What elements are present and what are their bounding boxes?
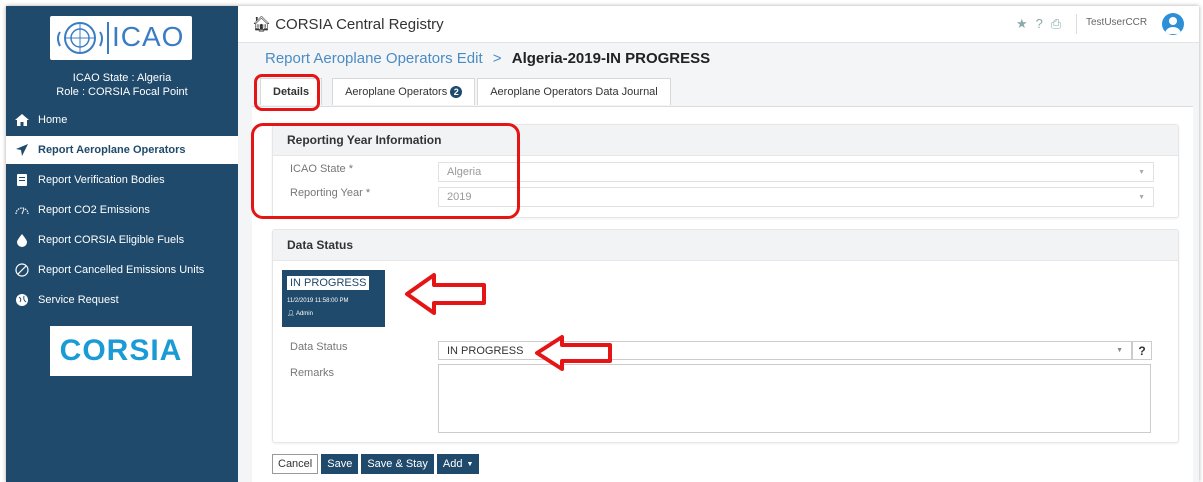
- chevron-down-icon: ▼: [1116, 347, 1123, 354]
- chevron-down-icon: ▼: [1138, 194, 1145, 201]
- globe-icon: [14, 292, 30, 308]
- corsia-logo-text: CORSIA: [59, 334, 183, 367]
- status-card: IN PROGRESS 11/2/2019 11:58:00 PM 👤︎ Adm…: [282, 270, 385, 327]
- breadcrumb: Report Aeroplane Operators Edit > Algeri…: [265, 50, 710, 67]
- document-icon: [14, 172, 30, 188]
- status-badge: IN PROGRESS: [287, 276, 370, 290]
- sidebar-item-report-co2-emissions[interactable]: Report CO2 Emissions: [6, 196, 238, 224]
- red-arrow-icon: [535, 335, 612, 371]
- action-buttons: Cancel Save Save & Stay Add ▼: [272, 454, 480, 474]
- count-badge: 2: [450, 86, 463, 98]
- sidebar-item-label: Report Aeroplane Operators: [38, 144, 186, 156]
- breadcrumb-current: Algeria-2019-IN PROGRESS: [511, 50, 711, 67]
- icao-logo: ICAO: [50, 16, 192, 60]
- icao-state-select: Algeria ▼: [438, 162, 1154, 182]
- user-name[interactable]: TestUserCCR: [1086, 17, 1147, 28]
- chevron-down-icon: ▼: [1138, 169, 1145, 176]
- help-icon[interactable]: ?: [1036, 16, 1043, 32]
- panel-title: Data Status: [273, 230, 1178, 261]
- sidebar-item-label: Report CORSIA Eligible Fuels: [38, 234, 185, 246]
- user-icon: 👤︎: [287, 311, 296, 317]
- sidebar-item-label: Report Verification Bodies: [38, 174, 165, 186]
- star-icon[interactable]: ★: [1016, 16, 1028, 32]
- sidebar-item-report-corsia-eligible-fuels[interactable]: Report CORSIA Eligible Fuels: [6, 226, 238, 254]
- sidebar-item-report-verification-bodies[interactable]: Report Verification Bodies: [6, 166, 238, 194]
- sidebar-item-home[interactable]: Home: [6, 106, 238, 134]
- save-button[interactable]: Save: [321, 454, 359, 474]
- top-icons: ★ ? ⎙: [1016, 16, 1061, 32]
- home-icon: 🏠︎: [252, 16, 272, 33]
- airplane-icon: [14, 142, 30, 158]
- fuel-drop-icon: [14, 232, 30, 248]
- status-timestamp: 11/2/2019 11:58:00 PM: [287, 298, 349, 304]
- save-and-stay-button[interactable]: Save & Stay: [361, 454, 434, 474]
- sidebar: ICAO ICAO State : Algeria Role : CORSIA …: [6, 6, 238, 482]
- remarks-textarea[interactable]: [438, 364, 1151, 433]
- sidebar-item-label: Report CO2 Emissions: [38, 204, 150, 216]
- logo-text: ICAO: [112, 21, 185, 52]
- divider: [1076, 14, 1077, 34]
- print-icon[interactable]: ⎙: [1051, 16, 1061, 32]
- sidebar-item-report-cancelled-emissions-units[interactable]: Report Cancelled Emissions Units: [6, 256, 238, 284]
- sidebar-item-label: Report Cancelled Emissions Units: [38, 264, 205, 276]
- gauge-icon: [14, 202, 30, 218]
- icao-state-text: ICAO State : Algeria: [72, 72, 172, 84]
- cancel-button[interactable]: Cancel: [272, 454, 319, 474]
- remarks-label: Remarks: [290, 367, 335, 379]
- logo-divider: [107, 22, 109, 54]
- highlight-box-reporting-year: [251, 123, 520, 219]
- corsia-logo: CORSIA: [50, 326, 192, 376]
- top-bar: 🏠︎ CORSIA Central Registry ★ ? ⎙ TestUse…: [238, 6, 1199, 43]
- breadcrumb-separator: >: [492, 50, 502, 67]
- un-emblem-icon: [57, 22, 103, 54]
- role-text: Role : CORSIA Focal Point: [56, 86, 188, 98]
- sidebar-item-label: Service Request: [38, 294, 119, 306]
- sidebar-item-service-request[interactable]: Service Request: [6, 286, 238, 314]
- app-title[interactable]: 🏠︎ CORSIA Central Registry: [252, 15, 444, 33]
- sidebar-item-report-aeroplane-operators[interactable]: Report Aeroplane Operators: [6, 136, 238, 164]
- breadcrumb-link[interactable]: Report Aeroplane Operators Edit: [265, 50, 483, 67]
- data-status-label: Data Status: [290, 341, 348, 353]
- home-icon: [14, 112, 30, 128]
- tab-aeroplane-operators[interactable]: Aeroplane Operators 2: [332, 78, 476, 105]
- sidebar-item-label: Home: [38, 114, 68, 126]
- help-button[interactable]: ?: [1132, 341, 1152, 360]
- chevron-down-icon: ▼: [466, 460, 474, 468]
- avatar[interactable]: [1162, 13, 1184, 35]
- tab-aeroplane-operators-data-journal[interactable]: Aeroplane Operators Data Journal: [477, 78, 671, 105]
- status-user: 👤︎ Admin: [287, 311, 313, 317]
- tab-bar: Details Aeroplane Operators 2 Aeroplane O…: [260, 78, 673, 106]
- highlight-box-details-tab: [254, 74, 320, 111]
- red-arrow-icon: [405, 273, 486, 315]
- cancel-icon: [14, 262, 30, 278]
- app-window: ICAO ICAO State : Algeria Role : CORSIA …: [6, 6, 1199, 482]
- add-button[interactable]: Add ▼: [436, 454, 480, 474]
- reporting-year-select: 2019 ▼: [438, 187, 1154, 207]
